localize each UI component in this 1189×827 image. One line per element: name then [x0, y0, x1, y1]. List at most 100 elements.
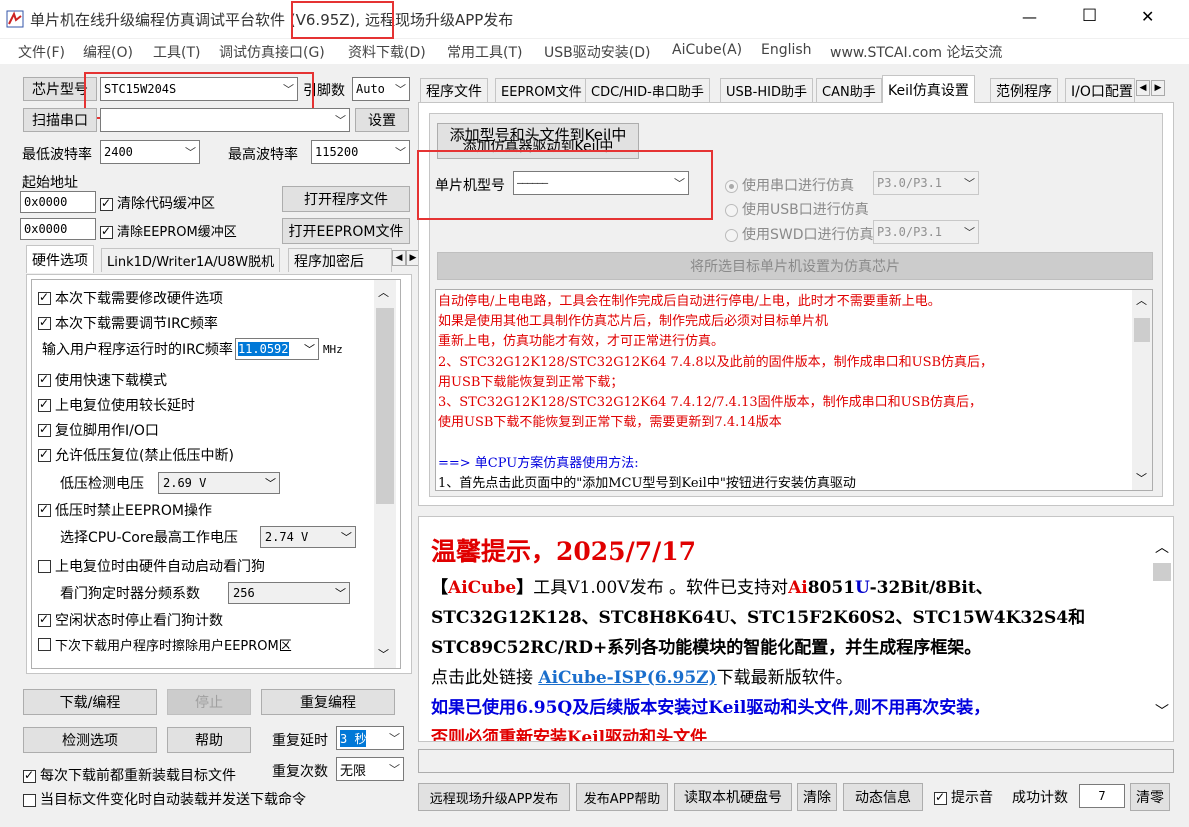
set-emulator-chip-button[interactable]: 将所选目标单片机设置为仿真芯片 — [437, 252, 1153, 280]
scrollbar-thumb[interactable] — [1153, 563, 1171, 581]
notice-scrollbar[interactable]: ︿ ﹀ — [1151, 517, 1173, 741]
tab-scroll-left-icon[interactable]: ◀ — [392, 250, 406, 266]
beep-checkbox[interactable]: 提示音 — [934, 787, 993, 807]
success-count-field: 7 — [1079, 784, 1125, 808]
reset-count-button[interactable]: 清零 — [1130, 783, 1170, 811]
menu-file[interactable]: 文件(F) — [18, 42, 65, 62]
remote-app-button[interactable]: 远程现场升级APP发布 — [418, 783, 570, 811]
option-adjust-irc[interactable]: 本次下载需要调节IRC频率 — [38, 313, 218, 333]
option-idle-stop-wdt[interactable]: 空闲状态时停止看门狗计数 — [38, 610, 223, 630]
option-hw-watchdog[interactable]: 上电复位时由硬件自动启动看门狗 — [38, 556, 265, 576]
close-button[interactable]: ✕ — [1141, 7, 1154, 26]
option-modify-hw[interactable]: 本次下载需要修改硬件选项 — [38, 288, 223, 308]
stop-button[interactable]: 停止 — [167, 689, 251, 715]
menu-common-tools[interactable]: 常用工具(T) — [447, 42, 522, 62]
check-options-button[interactable]: 检测选项 — [23, 727, 157, 753]
settings-button[interactable]: 设置 — [355, 108, 409, 132]
eeprom-address-input[interactable]: 0x0000 — [20, 218, 96, 240]
repeat-delay-select[interactable]: 3 秒 ﹀ — [336, 726, 404, 750]
open-eeprom-file-button[interactable]: 打开EEPROM文件 — [282, 218, 410, 244]
tab-examples[interactable]: 范例程序 — [990, 78, 1058, 102]
menu-usb-driver[interactable]: USB驱动安装(D) — [544, 42, 650, 62]
status-bar-input[interactable] — [418, 749, 1174, 773]
port-select[interactable]: ﹀ — [100, 108, 350, 132]
menu-tools[interactable]: 工具(T) — [153, 42, 200, 62]
option-long-reset-delay[interactable]: 上电复位使用较长延时 — [38, 395, 195, 415]
add-to-keil-button[interactable]: 添加型号和头文件到Keil中 添加仿真器驱动到Keil中 — [437, 123, 639, 159]
scrollbar-thumb[interactable] — [376, 308, 394, 504]
clear-button[interactable]: 清除 — [797, 783, 837, 811]
reprogram-button[interactable]: 重复编程 — [261, 689, 395, 715]
auto-reload-checkbox[interactable]: 当目标文件变化时自动装载并发送下载命令 — [23, 789, 306, 809]
option-lv-no-eeprom[interactable]: 低压时禁止EEPROM操作 — [38, 500, 212, 520]
keil-info-textbox: 自动停电/上电电路，工具会在制作完成后自动进行停电/上电，此时才不需要重新上电。… — [435, 289, 1153, 491]
scroll-up-icon[interactable]: ︿ — [1136, 292, 1147, 308]
tab-link1d-offline[interactable]: Link1D/Writer1A/U8W脱机 — [101, 248, 281, 272]
aicube-download-link[interactable]: AiCube-ISP(6.95Z) — [538, 668, 716, 688]
chip-model-select[interactable]: STC15W204S ﹀ — [100, 77, 298, 101]
option-erase-eeprom[interactable]: 下次下载用户程序时擦除用户EEPROM区 — [38, 635, 292, 654]
option-lvr[interactable]: 允许低压复位(禁止低压中断) — [38, 445, 234, 465]
tab-program-file[interactable]: 程序文件 — [420, 78, 488, 102]
menu-forum[interactable]: www.STCAI.com 论坛交流 — [830, 42, 1002, 62]
cpu-core-select[interactable]: 2.74 V ﹀ — [259, 526, 356, 548]
menu-program[interactable]: 编程(O) — [83, 42, 133, 62]
tab-scroll-left-icon[interactable]: ◀ — [1136, 80, 1150, 96]
swd-port-pins-select[interactable]: P3.0/P3.1 ﹀ — [873, 220, 979, 244]
pin-count-label: 引脚数 — [303, 83, 345, 99]
tab-usb-hid[interactable]: USB-HID助手 — [720, 78, 813, 102]
lvd-select[interactable]: 2.69 V ﹀ — [158, 472, 280, 494]
radio-swd-emulation[interactable]: 使用SWD口进行仿真 — [725, 224, 874, 244]
chip-model-button[interactable]: 芯片型号 — [23, 77, 97, 101]
download-button[interactable]: 下载/编程 — [23, 689, 157, 715]
start-address-input[interactable]: 0x0000 — [20, 191, 96, 213]
hardware-options-scrollbar[interactable]: ︿ ﹀ — [374, 280, 396, 668]
title-bar: 单片机在线升级编程仿真调试平台软件 (V6.95Z), 远程现场升级APP发布 … — [0, 0, 1189, 38]
info-line: 2、STC32G12K128/STC32G12K64 7.4.8以及此前的固件版… — [438, 354, 994, 370]
radio-serial-emulation[interactable]: 使用串口进行仿真 — [725, 175, 854, 195]
serial-port-pins-select[interactable]: P3.0/P3.1 ﹀ — [873, 171, 979, 195]
option-fast-download[interactable]: 使用快速下载模式 — [38, 370, 167, 390]
dynamic-info-button[interactable]: 动态信息 — [843, 783, 923, 811]
maximize-button[interactable]: ☐ — [1082, 6, 1097, 26]
repeat-count-value: 无限 — [340, 763, 367, 779]
scrollbar-thumb[interactable] — [1134, 318, 1150, 342]
menu-debug-interface[interactable]: 调试仿真接口(G) — [219, 42, 325, 62]
repeat-count-select[interactable]: 无限 ﹀ — [336, 757, 404, 781]
tab-eeprom-file[interactable]: EEPROM文件 — [495, 78, 588, 102]
tab-hardware-options[interactable]: 硬件选项 — [26, 245, 94, 273]
mcu-model-select[interactable]: —————— ﹀ — [513, 171, 689, 195]
scroll-down-icon[interactable]: ﹀ — [1136, 470, 1147, 486]
app-help-button[interactable]: 发布APP帮助 — [576, 783, 668, 811]
tab-io-config[interactable]: I/O口配置 — [1065, 78, 1135, 102]
open-program-file-button[interactable]: 打开程序文件 — [282, 186, 410, 212]
pin-count-select[interactable]: Auto ﹀ — [352, 77, 410, 101]
scroll-up-icon[interactable]: ︿ — [1155, 537, 1169, 557]
reload-before-download-checkbox[interactable]: 每次下载前都重新装载目标文件 — [23, 765, 236, 785]
tab-encryption[interactable]: 程序加密后 — [288, 248, 392, 272]
clear-code-buffer-checkbox[interactable]: 清除代码缓冲区 — [100, 193, 215, 213]
menu-aicube[interactable]: AiCube(A) — [672, 42, 742, 58]
scan-port-button[interactable]: 扫描串口 — [23, 108, 97, 132]
irc-frequency-select[interactable]: 11.0592 ﹀ — [234, 338, 319, 360]
menu-downloads[interactable]: 资料下载(D) — [348, 42, 426, 62]
scroll-down-icon[interactable]: ﹀ — [378, 646, 389, 662]
wdt-div-select[interactable]: 256 ﹀ — [228, 582, 350, 604]
clear-eeprom-buffer-checkbox[interactable]: 清除EEPROM缓冲区 — [100, 221, 237, 240]
keil-info-scrollbar[interactable]: ︿ ﹀ — [1132, 290, 1152, 490]
scroll-up-icon[interactable]: ︿ — [378, 284, 389, 300]
tab-scroll-right-icon[interactable]: ▶ — [1151, 80, 1165, 96]
tab-keil-emulation[interactable]: Keil仿真设置 — [882, 75, 975, 103]
tab-can[interactable]: CAN助手 — [816, 78, 882, 102]
max-baud-select[interactable]: 115200 ﹀ — [311, 140, 410, 164]
help-button[interactable]: 帮助 — [167, 727, 251, 753]
tab-cdc-hid-serial[interactable]: CDC/HID-串口助手 — [585, 78, 710, 102]
menu-english[interactable]: English — [761, 42, 812, 58]
min-baud-select[interactable]: 2400 ﹀ — [100, 140, 200, 164]
hardware-options-panel: 本次下载需要修改硬件选项 本次下载需要调节IRC频率 输入用户程序运行时的IRC… — [26, 274, 412, 674]
read-disk-button[interactable]: 读取本机硬盘号 — [674, 783, 792, 811]
option-reset-pin-io[interactable]: 复位脚用作I/O口 — [38, 420, 159, 440]
minimize-button[interactable]: — — [1022, 8, 1037, 26]
radio-usb-emulation[interactable]: 使用USB口进行仿真 — [725, 199, 869, 219]
scroll-down-icon[interactable]: ﹀ — [1155, 701, 1169, 721]
